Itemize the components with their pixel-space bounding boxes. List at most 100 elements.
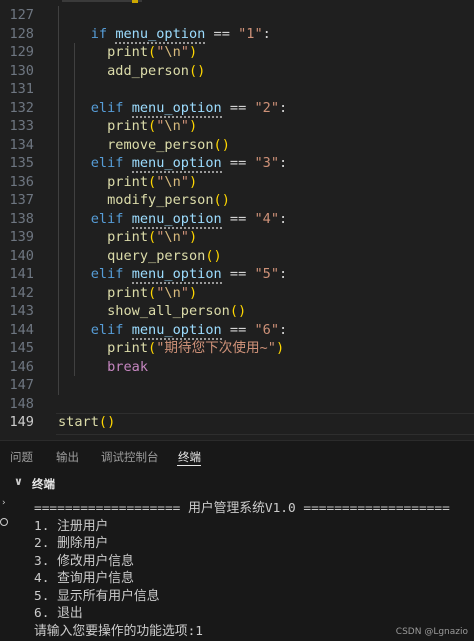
- code-line[interactable]: 148: [0, 395, 474, 414]
- code-line[interactable]: 129 print("\n"): [0, 43, 474, 62]
- code-text: elif menu_option == "3":: [58, 154, 287, 173]
- code-line[interactable]: 136 print("\n"): [0, 173, 474, 192]
- code-token: ": [180, 173, 189, 190]
- code-token: ): [188, 44, 198, 60]
- line-number: 132: [9, 99, 34, 116]
- terminal-line: 5. 显示所有用户信息: [34, 588, 160, 604]
- code-text: if menu_option == "1":: [58, 25, 271, 44]
- tab-terminal[interactable]: 终端: [178, 449, 201, 465]
- code-line[interactable]: 142 print("\n"): [0, 284, 474, 303]
- code-line[interactable]: 134 remove_person(): [0, 136, 474, 155]
- line-number: 136: [9, 173, 34, 190]
- code-line[interactable]: 137 modify_person(): [0, 191, 474, 210]
- terminal-line: 3. 修改用户信息: [34, 553, 134, 569]
- code-line[interactable]: 144 elif menu_option == "6":: [0, 321, 474, 340]
- code-token: "2": [254, 99, 280, 116]
- code-token: (): [205, 247, 222, 264]
- code-line[interactable]: 128 if menu_option == "1":: [0, 25, 474, 44]
- code-text: print("\n"): [58, 117, 197, 136]
- code-token: remove_person: [107, 136, 214, 153]
- code-token: print: [107, 118, 149, 134]
- code-line[interactable]: 140 query_person(): [0, 247, 474, 266]
- line-number: 139: [9, 229, 34, 245]
- code-token: menu_option: [131, 210, 222, 229]
- code-token: menu_option: [131, 266, 222, 284]
- code-token: (): [188, 62, 206, 79]
- code-token: "期待您下次使用~": [156, 340, 276, 356]
- tab-output[interactable]: 输出: [56, 449, 79, 465]
- line-number: 138: [9, 210, 34, 227]
- chevron-down-icon[interactable]: ∨: [14, 475, 23, 488]
- code-token: (: [148, 229, 157, 245]
- code-line[interactable]: 143 show_all_person(): [0, 302, 474, 321]
- code-text: elif menu_option == "6":: [58, 321, 287, 340]
- code-line[interactable]: 131: [0, 80, 474, 99]
- circle-icon: [0, 518, 8, 526]
- code-token: modify_person: [107, 192, 214, 208]
- line-number: 145: [9, 340, 34, 356]
- code-editor[interactable]: 127 128 if menu_option == "1": 129 print("…: [0, 0, 474, 440]
- terminal-panel[interactable]: ∨ 终端 › =================== 用户管理系统V1.0 ==…: [0, 472, 474, 641]
- code-line[interactable]: 141 elif menu_option == "5":: [0, 265, 474, 284]
- code-token: print: [107, 340, 149, 356]
- code-token: (): [213, 136, 230, 153]
- tab-debug-console[interactable]: 调试控制台: [101, 449, 159, 465]
- code-text: query_person(): [58, 247, 222, 266]
- tab-problems[interactable]: 问题: [10, 449, 33, 465]
- code-text: show_all_person(): [58, 302, 246, 321]
- code-token: (): [229, 303, 247, 319]
- code-line[interactable]: 135 elif menu_option == "3":: [0, 154, 474, 173]
- code-token: ): [188, 284, 198, 301]
- code-text: elif menu_option == "4":: [58, 210, 287, 229]
- code-token: (: [148, 118, 157, 134]
- line-number: 140: [9, 247, 34, 264]
- code-line[interactable]: 133 print("\n"): [0, 117, 474, 136]
- code-token: show_all_person: [107, 303, 230, 319]
- code-token: \n: [164, 173, 181, 190]
- line-number: 143: [9, 303, 34, 319]
- code-token: ==: [221, 210, 255, 227]
- code-token: elif: [90, 266, 124, 282]
- terminal-header[interactable]: ∨ 终端: [0, 472, 474, 494]
- code-token: start: [58, 414, 99, 430]
- code-token: "3": [254, 155, 280, 171]
- code-token: ): [275, 340, 285, 356]
- code-line[interactable]: 147: [0, 376, 474, 395]
- code-token: (: [148, 284, 157, 301]
- code-line[interactable]: 146 break: [0, 358, 474, 377]
- line-number: 137: [9, 192, 34, 208]
- terminal-line: 请输入您要操作的功能选项:1: [34, 623, 203, 639]
- code-token: break: [107, 358, 149, 375]
- code-token: \n: [164, 284, 181, 301]
- line-number: 131: [9, 81, 34, 97]
- code-token: \n: [164, 229, 181, 245]
- code-line[interactable]: 127: [0, 6, 474, 25]
- code-text: elif menu_option == "2":: [58, 99, 287, 118]
- code-token: menu_option: [131, 99, 222, 118]
- code-line[interactable]: 149 start(): [0, 413, 474, 432]
- code-token: ): [188, 229, 198, 245]
- line-number: 144: [9, 321, 34, 338]
- line-number: 134: [9, 136, 34, 153]
- code-line[interactable]: 138 elif menu_option == "4":: [0, 210, 474, 229]
- code-line[interactable]: 130 add_person(): [0, 62, 474, 81]
- code-token: (): [98, 414, 116, 430]
- code-token: elif: [90, 99, 124, 116]
- code-token: query_person: [107, 247, 206, 264]
- code-token: "5": [254, 266, 280, 282]
- code-line[interactable]: 132 elif menu_option == "2":: [0, 99, 474, 118]
- code-line[interactable]: 139 print("\n"): [0, 228, 474, 247]
- code-text: print("\n"): [58, 43, 197, 62]
- line-number: 129: [9, 44, 34, 60]
- code-line[interactable]: 145 print("期待您下次使用~"): [0, 339, 474, 358]
